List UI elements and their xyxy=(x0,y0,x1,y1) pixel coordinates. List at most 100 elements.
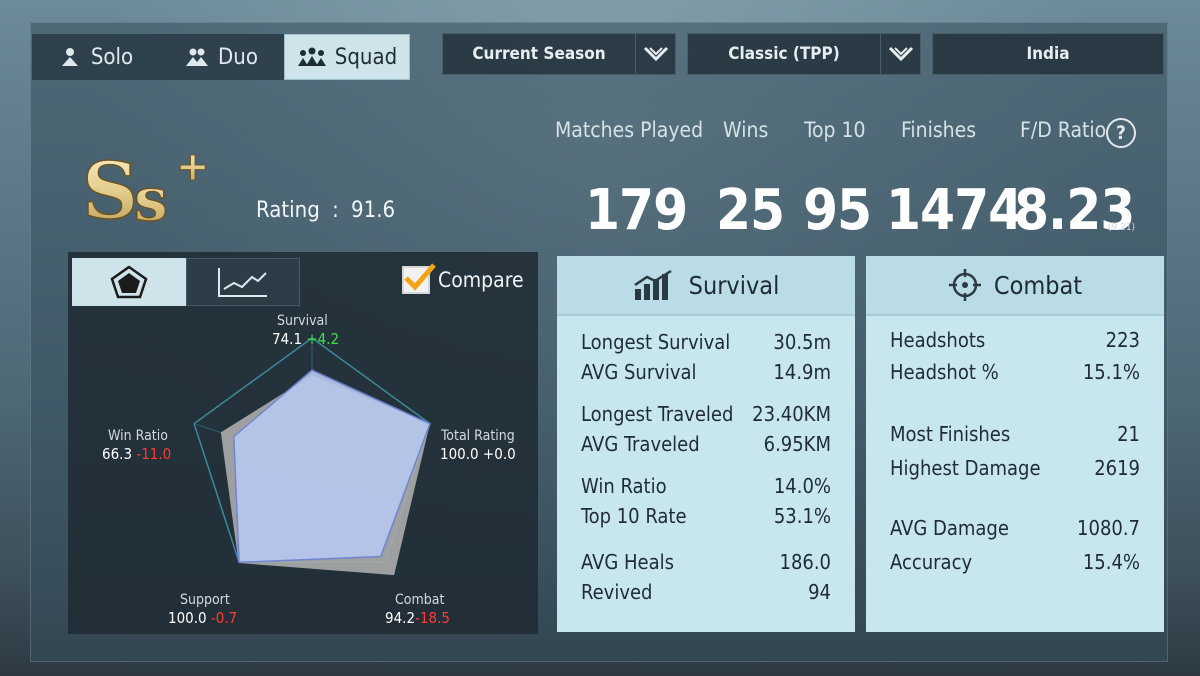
compare-checkbox[interactable] xyxy=(402,263,436,294)
radar-delta-win-ratio: -11.0 xyxy=(136,445,172,463)
chart-view-toggle xyxy=(72,258,300,306)
season-dropdown[interactable]: Current Season xyxy=(442,33,676,75)
stat-row-value: 23.40KM xyxy=(752,402,831,426)
compare-toggle[interactable]: Compare xyxy=(402,263,524,294)
stat-row-value: 223 xyxy=(1105,328,1140,352)
top10-label: Top 10 xyxy=(804,118,866,142)
stat-row-label: Most Finishes xyxy=(890,422,1011,446)
mode-dropdown[interactable]: Classic (TPP) xyxy=(687,33,921,75)
wins-label: Wins xyxy=(723,118,769,142)
radar-view-button[interactable] xyxy=(72,258,186,306)
rating-label: Rating xyxy=(256,198,320,223)
crosshair-icon xyxy=(948,269,981,301)
mode-dropdown-label: Classic (TPP) xyxy=(728,44,840,64)
stat-row-label: Highest Damage xyxy=(890,456,1041,480)
radar-label-win-ratio: Win Ratio xyxy=(108,428,168,444)
fd-ratio-value: 8.23 xyxy=(1014,178,1135,243)
combat-card-header: Combat xyxy=(866,256,1164,316)
help-icon[interactable]: ? xyxy=(1106,118,1136,148)
line-chart-icon xyxy=(218,268,267,297)
tab-duo-label: Duo xyxy=(218,44,258,70)
stat-row-label: Longest Survival xyxy=(581,330,731,354)
matches-played-value: 179 xyxy=(585,178,688,243)
stat-row: Longest Survival 30.5m xyxy=(581,330,831,354)
stat-row-label: Top 10 Rate xyxy=(581,504,687,528)
stat-row-value: 2619 xyxy=(1094,456,1140,480)
stat-row-value: 30.5m xyxy=(773,330,831,354)
radar-value-support-number: 100.0 xyxy=(168,609,207,627)
stat-row: Most Finishes 21 xyxy=(890,422,1140,446)
radar-label-support: Support xyxy=(180,592,230,608)
stat-row: Longest Traveled 23.40KM xyxy=(581,402,831,426)
survival-card-title: Survival xyxy=(688,270,780,300)
stat-row: Headshot % 15.1% xyxy=(890,360,1140,384)
top10-value: 95 xyxy=(803,178,872,243)
stat-row-value: 15.1% xyxy=(1082,360,1140,384)
tab-solo-label: Solo xyxy=(90,44,134,70)
radar-delta-support: -0.7 xyxy=(210,609,238,627)
radar-value-survival-number: 74.1 xyxy=(272,330,303,348)
solo-icon xyxy=(61,48,78,66)
compare-label: Compare xyxy=(438,268,524,292)
stat-row-value: 1080.7 xyxy=(1077,516,1140,540)
season-dropdown-label: Current Season xyxy=(472,44,606,64)
finishes-label: Finishes xyxy=(901,118,977,142)
stat-row: Accuracy 15.4% xyxy=(890,550,1140,574)
combat-card: Combat Headshots 223 Headshot % 15.1% Most… xyxy=(866,256,1164,632)
stat-row: Win Ratio 14.0% xyxy=(581,474,831,498)
stat-row-label: Headshots xyxy=(890,328,986,352)
tab-duo[interactable]: Duo xyxy=(158,34,284,80)
stat-row-value: 53.1% xyxy=(773,504,831,528)
radar-label-survival: Survival xyxy=(277,313,328,329)
stat-row-label: Accuracy xyxy=(890,550,973,574)
stat-row-value: 186.0 xyxy=(779,550,832,574)
radar-value-combat: 94.2-18.5 xyxy=(385,609,450,627)
stat-row: Highest Damage 2619 xyxy=(890,456,1140,480)
stat-row-value: 94 xyxy=(808,580,831,604)
squad-icon xyxy=(297,47,326,66)
stat-row-label: AVG Heals xyxy=(581,550,674,574)
stat-row: Headshots 223 xyxy=(890,328,1140,352)
radar-value-total-rating-number: 100.0 xyxy=(440,445,479,463)
stat-row-value: 6.95KM xyxy=(763,432,831,456)
trend-view-button[interactable] xyxy=(186,258,300,306)
duo-icon xyxy=(186,48,209,66)
chevron-down-icon[interactable] xyxy=(635,34,675,74)
tab-solo[interactable]: Solo xyxy=(32,34,158,80)
stat-row-label: AVG Traveled xyxy=(581,432,700,456)
tab-squad[interactable]: Squad xyxy=(284,34,410,80)
fd-ratio-sub: (9.21) xyxy=(1108,222,1136,233)
fd-ratio-label: F/D Ratio xyxy=(1020,118,1107,142)
radar-delta-total-rating: +0.0 xyxy=(482,445,516,463)
combat-card-body: Headshots 223 Headshot % 15.1% Most Finish… xyxy=(866,316,1164,632)
rating-separator: : xyxy=(332,198,339,223)
radar-value-win-ratio-number: 66.3 xyxy=(102,445,133,463)
stat-row-value: 15.4% xyxy=(1082,550,1140,574)
stat-row-value: 14.0% xyxy=(773,474,831,498)
radar-delta-survival: +4.2 xyxy=(306,330,340,348)
svg-text:S: S xyxy=(82,146,138,230)
radar-value-support: 100.0 -0.7 xyxy=(168,609,237,627)
pentagon-icon xyxy=(110,265,148,299)
finishes-value: 1474 xyxy=(886,178,1023,243)
stat-row-label: Win Ratio xyxy=(581,474,667,498)
survival-card: Survival Longest Survival 30.5m AVG Survi… xyxy=(557,256,855,632)
mode-tabs: Solo Duo Squad xyxy=(32,34,410,80)
tab-squad-label: Squad xyxy=(334,44,398,70)
stat-row-label: AVG Survival xyxy=(581,360,697,384)
radar-value-survival: 74.1 +4.2 xyxy=(272,330,339,348)
stat-row: Top 10 Rate 53.1% xyxy=(581,504,831,528)
stat-row-value: 21 xyxy=(1117,422,1140,446)
radar-value-combat-number: 94.2 xyxy=(385,609,416,627)
survival-card-body: Longest Survival 30.5m AVG Survival 14.9m … xyxy=(557,316,855,632)
survival-card-header: Survival xyxy=(557,256,855,316)
rating-display: Rating : 91.6 xyxy=(256,198,395,223)
checkmark-icon xyxy=(404,263,436,291)
region-dropdown[interactable]: India xyxy=(932,33,1164,75)
svg-text:s: s xyxy=(134,165,168,230)
chevron-down-icon[interactable] xyxy=(880,34,920,74)
combat-card-title: Combat xyxy=(993,270,1083,300)
radar-label-total-rating: Total Rating xyxy=(441,428,515,444)
radar-label-combat: Combat xyxy=(395,592,445,608)
stat-row-label: AVG Damage xyxy=(890,516,1009,540)
